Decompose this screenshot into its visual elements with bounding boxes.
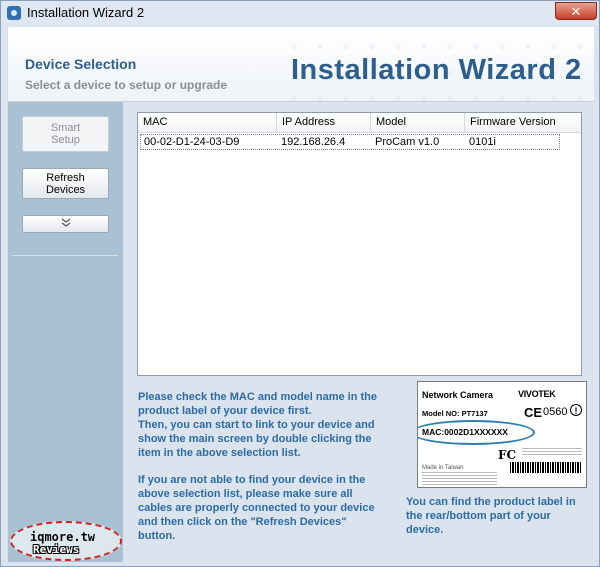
instruction-line: above selection list, please make sure a… <box>138 488 353 500</box>
device-row[interactable]: 00-02-D1-24-03-D9 192.168.26.4 ProCam v1… <box>140 134 560 150</box>
instruction-line: Then, you can start to link to your devi… <box>138 419 375 431</box>
main-content: MAC IP Address Model Firmware Version 00… <box>123 102 594 562</box>
wizard-header: Device Selection Select a device to setu… <box>8 27 594 102</box>
ce-mark-icon: CE <box>524 405 543 420</box>
label-cert-number: 0560 <box>543 406 568 418</box>
refresh-devices-button[interactable]: Refresh Devices <box>22 168 109 199</box>
column-header-ip[interactable]: IP Address <box>277 113 371 132</box>
instruction-line: show the main screen by double clicking … <box>138 433 372 445</box>
brand-title: Installation Wizard 2 <box>291 54 582 86</box>
fcc-mark-icon: FC <box>498 448 517 462</box>
label-fine-print <box>422 472 497 486</box>
device-firmware: 0101i <box>469 136 496 148</box>
column-header-model[interactable]: Model <box>371 113 465 132</box>
product-label-caption: You can find the product label in the re… <box>406 495 591 537</box>
instruction-text-check: Please check the MAC and model name in t… <box>138 390 377 460</box>
expand-button[interactable] <box>22 215 109 233</box>
watermark-site: iqmore.tw <box>30 530 96 544</box>
window-title: Installation Wizard 2 <box>27 5 145 20</box>
label-brand: VIVOTEK <box>518 389 556 399</box>
close-button[interactable]: ✕ <box>555 2 597 20</box>
installation-wizard-window: Installation Wizard 2 ✕ Device Selection… <box>0 0 600 567</box>
instruction-line: button. <box>138 530 176 542</box>
product-label-image: Network Camera VIVOTEK Model NO: PT7137 … <box>417 381 587 488</box>
app-icon <box>7 6 21 20</box>
page-title: Device Selection <box>25 56 137 72</box>
caption-line: You can find the product label in <box>406 496 576 508</box>
column-header-mac[interactable]: MAC <box>138 113 277 132</box>
device-list-header: MAC IP Address Model Firmware Version <box>138 113 581 133</box>
sidebar: Smart Setup Refresh Devices <box>8 102 123 562</box>
page-subtitle: Select a device to setup or upgrade <box>25 78 228 92</box>
refresh-devices-label: Refresh Devices <box>45 171 86 196</box>
device-list[interactable]: MAC IP Address Model Firmware Version 00… <box>137 112 582 376</box>
instruction-text-refresh: If you are not able to find your device … <box>138 473 375 543</box>
device-model: ProCam v1.0 <box>375 136 440 148</box>
label-compliance-text <box>522 448 582 456</box>
label-model-number: Model NO: PT7137 <box>422 409 488 418</box>
alert-mark-icon: ! <box>570 404 582 416</box>
instruction-line: cables are properly connected to your de… <box>138 502 375 514</box>
device-ip: 192.168.26.4 <box>281 136 346 148</box>
smart-setup-label: Smart Setup <box>50 122 81 146</box>
sidebar-divider <box>12 255 118 256</box>
instruction-line: If you are not able to find your device … <box>138 474 366 486</box>
caption-line: the rear/bottom part of your <box>406 510 551 522</box>
column-header-firmware[interactable]: Firmware Version <box>465 113 581 132</box>
caption-line: device. <box>406 524 444 536</box>
instruction-line: Please check the MAC and model name in t… <box>138 391 378 403</box>
title-bar[interactable]: Installation Wizard 2 ✕ <box>1 1 599 25</box>
label-product-title: Network Camera <box>422 390 494 400</box>
watermark-reviews: Reviews <box>33 543 80 556</box>
instruction-line: and then click on the "Refresh Devices" <box>138 516 347 528</box>
double-chevron-down-icon <box>61 218 71 230</box>
device-mac: 00-02-D1-24-03-D9 <box>144 136 240 148</box>
barcode-icon <box>510 462 582 473</box>
instruction-line: product label of your device first. <box>138 405 312 417</box>
label-made-in: Made in Taiwan <box>422 465 464 471</box>
instruction-line: item in the above selection list. <box>138 447 301 459</box>
smart-setup-button[interactable]: Smart Setup <box>22 116 109 152</box>
label-mac: MAC:0002D1XXXXXX <box>422 427 508 437</box>
